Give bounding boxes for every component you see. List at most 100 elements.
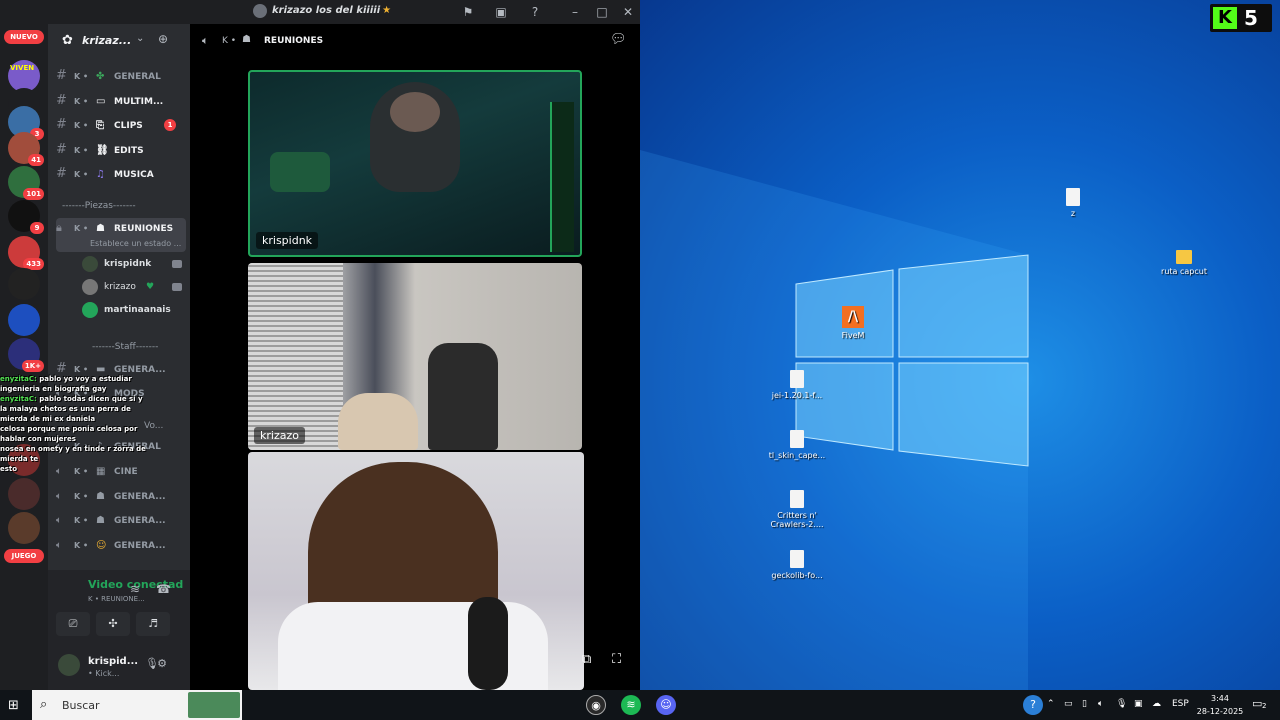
add-member-icon[interactable]: ⊕ — [158, 32, 168, 46]
chat-line: enyzitaC: pablo yo voy a estudiar ingeni… — [0, 374, 150, 394]
desktop-icon[interactable]: geckolib-fo... — [762, 550, 832, 580]
server-icon[interactable] — [8, 268, 40, 300]
desktop-icon[interactable]: jei-1.20.1-f... — [762, 370, 832, 400]
icon-label: jei-1.20.1-f... — [771, 391, 823, 400]
discord-icon[interactable]: ☺ — [656, 695, 676, 715]
avatar[interactable] — [58, 654, 80, 676]
game-badge[interactable]: JUEGO — [4, 549, 44, 563]
server-icon[interactable]: 101 — [8, 166, 44, 200]
server-icon[interactable]: 433 — [8, 236, 44, 270]
popout-icon[interactable]: ⧉ — [582, 652, 591, 667]
microphone-icon[interactable]: 🎙︎ — [1116, 699, 1127, 709]
new-badge[interactable]: NUEVO — [4, 30, 44, 44]
desktop-icon[interactable]: /\ FiveM — [818, 306, 888, 340]
category-piezas[interactable]: -------Piezas------- — [62, 201, 136, 211]
taskbar: ⊞ ⌕ Buscar ◉ ≋ ☺ ? ⌃ ▭ ▯ 🔈︎ 🎙︎ ▣ ☁ ESP 3… — [0, 690, 1280, 720]
server-icon[interactable] — [8, 512, 40, 544]
person-icon: ☗ — [242, 34, 251, 45]
close-icon[interactable]: ✕ — [619, 3, 637, 21]
channel-sidebar: ✿ krizaz... ⌄ ⊕ # K • ✤ GENERAL # K • ▭ MULTIM… — [48, 24, 190, 690]
server-icon[interactable] — [8, 304, 40, 336]
person-icon: ☗ — [96, 491, 105, 502]
clock-date: 28-12-2025 — [1196, 707, 1244, 716]
network-icon[interactable]: ▭ — [1064, 699, 1073, 709]
video-tile[interactable] — [248, 452, 584, 690]
hash-icon: # — [56, 117, 67, 132]
smile-icon: ☺ — [96, 540, 107, 551]
voice-channel-general-4[interactable]: 🔈︎ K • ☺ GENERA... — [56, 536, 186, 556]
person-figure — [338, 393, 418, 450]
voice-member[interactable]: krispidnk — [82, 254, 182, 274]
voice-channel-name[interactable]: K • REUNIONE... — [88, 595, 145, 603]
soundboard-button[interactable]: ♬ — [136, 612, 170, 636]
channel-reuniones[interactable]: 🔒︎ K • ☗ REUNIONES Establece un estado ... — [56, 218, 186, 252]
channel-general[interactable]: # K • ✤ GENERAL — [56, 66, 186, 86]
system-clock[interactable]: 3:44 28-12-2025 — [1196, 692, 1244, 718]
server-icon[interactable]: 41 — [8, 132, 44, 166]
video-tile[interactable]: krizazo — [248, 263, 582, 450]
headphones-icon[interactable] — [125, 656, 141, 672]
hash-icon: # — [56, 93, 67, 108]
volume-icon[interactable]: 🔈︎ — [1098, 699, 1103, 709]
chat-text: celosa porque me ponia celosa por hablar… — [0, 425, 138, 443]
noise-suppression-icon[interactable]: ≋ — [130, 582, 140, 596]
channel-label: MUSICA — [114, 170, 154, 180]
server-header[interactable]: ✿ krizaz... ⌄ ⊕ — [48, 24, 190, 58]
user-status: • Kick... — [88, 669, 120, 678]
stream-chat-overlay: enyzitaC: pablo yo voy a estudiar ingeni… — [0, 374, 150, 473]
channel-multimedia[interactable]: # K • ▭ MULTIM... — [56, 91, 186, 111]
channel-edits[interactable]: # K • ⛓ EDITS — [56, 140, 186, 160]
server-icon[interactable]: 9 — [8, 200, 44, 234]
chevron-up-icon[interactable]: ⌃ — [1047, 699, 1055, 709]
chat-user: enyzitaC: — [0, 375, 37, 383]
battery-icon[interactable]: ▯ — [1082, 699, 1087, 709]
obs-icon[interactable]: ◉ — [586, 695, 606, 715]
kick-logo-icon: K — [1213, 7, 1237, 29]
wifi-icon[interactable]: ☁ — [1152, 699, 1161, 709]
server-label: VIVEN — [10, 64, 35, 72]
help-icon[interactable]: ? — [526, 3, 544, 21]
display-icon[interactable]: ▣ — [1134, 699, 1143, 709]
voice-channel-general-2[interactable]: 🔈︎ K • ☗ GENERA... — [56, 487, 186, 507]
channel-musica[interactable]: # K • ♫ MUSICA — [56, 164, 186, 184]
voice-channel-general-3[interactable]: 🔈︎ K • ☗ GENERA... — [56, 511, 186, 531]
server-icon[interactable] — [8, 478, 40, 510]
disconnect-icon[interactable]: ☎ — [156, 582, 171, 596]
video-icon — [172, 283, 182, 291]
help-icon[interactable]: ? — [1023, 695, 1043, 715]
windows-start-icon[interactable]: ⊞ — [8, 698, 19, 713]
video-tile[interactable]: krispidnk — [248, 70, 582, 257]
windows-logo-wallpaper — [640, 150, 1029, 690]
voice-member[interactable]: martinaanais — [82, 300, 182, 320]
desktop-icon[interactable]: Critters n' Crawlers-2.... — [762, 490, 832, 529]
channel-label: EDITS — [114, 146, 144, 156]
speaker-icon: 🔈︎ — [56, 540, 62, 551]
desktop-icon[interactable]: tl_skin_cape... — [762, 430, 832, 460]
taskbar-search[interactable]: ⌕ Buscar — [32, 690, 242, 720]
voice-member[interactable]: krizazo ♥ — [82, 277, 182, 297]
file-icon — [790, 370, 804, 388]
desktop-icon[interactable]: ruta capcut — [1149, 250, 1219, 276]
minimize-icon[interactable]: – — [566, 3, 584, 21]
settings-icon[interactable]: ⚙ — [154, 656, 170, 672]
inbox-icon[interactable]: ▣ — [492, 3, 510, 21]
member-name: martinaanais — [104, 305, 171, 315]
stage-title: REUNIONES — [264, 36, 324, 46]
language-indicator[interactable]: ESP — [1172, 699, 1189, 709]
icon-label: FiveM — [841, 331, 865, 340]
hash-icon: # — [56, 142, 67, 157]
maximize-icon[interactable]: □ — [593, 3, 611, 21]
desktop-icon[interactable]: z — [1038, 188, 1108, 218]
screen-share-button[interactable]: ⎚ — [56, 612, 90, 636]
chat-bubble-icon[interactable]: 💬︎ — [610, 32, 627, 47]
channel-status[interactable]: Establece un estado ... — [90, 234, 181, 252]
fullscreen-icon[interactable]: ⛶ — [612, 652, 621, 667]
server-icon[interactable]: 1K+ — [8, 338, 44, 372]
spotify-icon[interactable]: ≋ — [621, 695, 641, 715]
channel-clips[interactable]: # K • ⎘ CLIPS 1 — [56, 115, 186, 135]
category-staff[interactable]: -------Staff------- — [92, 342, 158, 352]
flag-icon[interactable]: ⚑ — [459, 3, 477, 21]
notification-icon[interactable]: ▭ — [1252, 697, 1262, 710]
fivem-icon: /\ — [842, 306, 864, 328]
activities-button[interactable]: ✣ — [96, 612, 130, 636]
